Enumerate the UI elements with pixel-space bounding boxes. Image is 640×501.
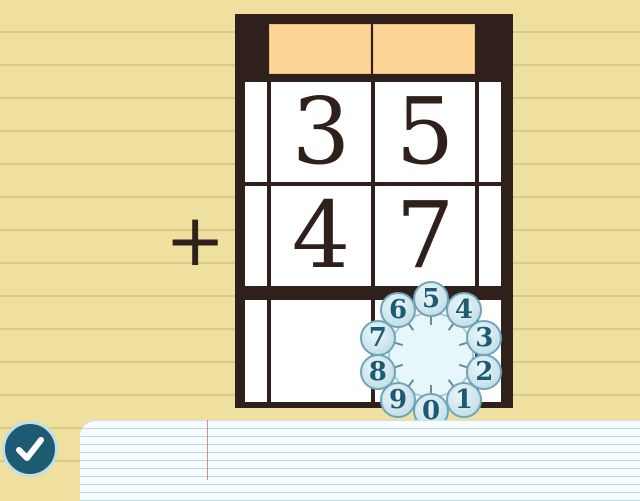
- dial-tick: [430, 317, 432, 325]
- side-cell-left-row2: [245, 186, 267, 286]
- dial-tick: [430, 385, 432, 393]
- top-digit-ones: 5: [375, 82, 475, 182]
- dial-number-3[interactable]: 3: [466, 319, 503, 356]
- notepad-margin-line: [207, 420, 208, 480]
- notepad: [80, 420, 640, 501]
- top-digit-tens: 3: [271, 82, 371, 182]
- dial-number-1[interactable]: 1: [445, 382, 482, 419]
- carry-box-tens[interactable]: [269, 24, 371, 74]
- carry-box-ones[interactable]: [373, 24, 475, 74]
- side-cell-right-row2: [479, 186, 501, 286]
- side-cell-left-answer: [245, 300, 267, 402]
- check-icon: [16, 437, 44, 461]
- dial-number-8[interactable]: 8: [359, 354, 396, 391]
- plus-operator: +: [165, 198, 226, 282]
- bottom-digit-ones: 7: [375, 186, 475, 286]
- bottom-digit-tens: 4: [271, 186, 371, 286]
- dial-number-5[interactable]: 5: [413, 281, 449, 317]
- check-button[interactable]: [2, 421, 58, 477]
- side-cell-right-row1: [479, 82, 501, 182]
- dial-number-6[interactable]: 6: [380, 291, 417, 328]
- side-cell-left-row1: [245, 82, 267, 182]
- number-dial[interactable]: 5432109876: [356, 280, 506, 430]
